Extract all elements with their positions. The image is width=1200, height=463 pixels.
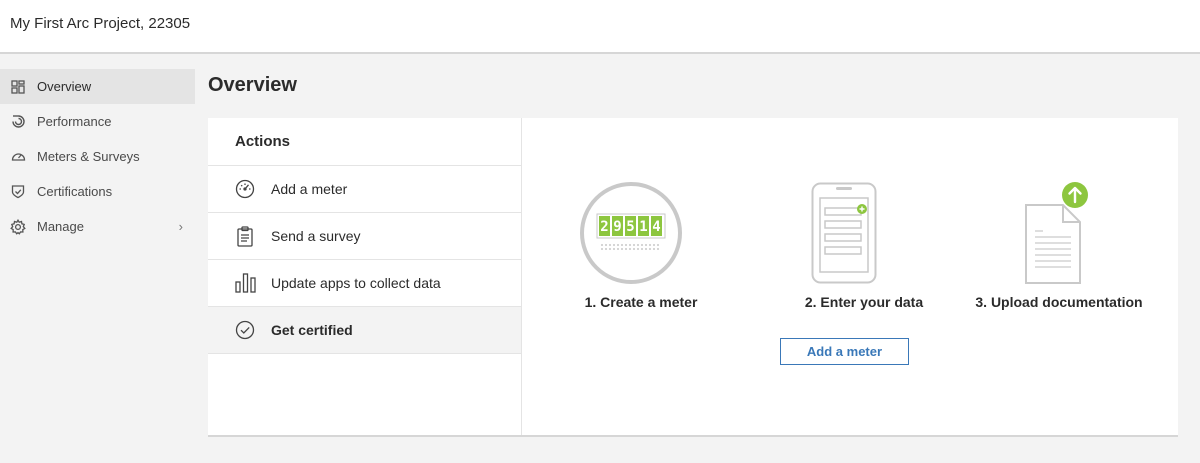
sidebar: Overview Performance Meters & Surveys Ce… <box>0 69 195 244</box>
action-label: Update apps to collect data <box>271 275 441 291</box>
action-label: Add a meter <box>271 181 348 197</box>
steps-panel: 29514 1. Create a meter 2. Enter your da… <box>523 118 1178 435</box>
dashboard-icon <box>10 79 26 95</box>
sidebar-item-label: Meters & Surveys <box>37 149 140 164</box>
sidebar-item-label: Certifications <box>37 184 113 199</box>
meter-digit: 9 <box>613 219 621 235</box>
step-label: 3. Upload documentation <box>975 294 1143 310</box>
action-label: Get certified <box>271 322 353 338</box>
gear-icon <box>10 218 26 235</box>
phone-form-icon <box>811 182 877 284</box>
sidebar-item-manage[interactable]: Manage › <box>0 209 195 244</box>
chevron-right-icon: › <box>178 219 183 234</box>
sidebar-item-certifications[interactable]: Certifications <box>0 174 195 209</box>
meter-digit: 2 <box>600 219 608 235</box>
top-bar: My First Arc Project, 22305 <box>0 0 1200 54</box>
step-label: 1. Create a meter <box>584 294 698 310</box>
sidebar-item-meters-surveys[interactable]: Meters & Surveys <box>0 139 195 174</box>
sidebar-item-label: Overview <box>37 79 92 94</box>
page-title: Overview <box>208 74 297 96</box>
sidebar-item-overview[interactable]: Overview <box>0 69 195 104</box>
step-label: 2. Enter your data <box>804 294 924 310</box>
action-label: Send a survey <box>271 228 361 244</box>
add-meter-button[interactable]: Add a meter <box>780 338 909 365</box>
meter-digit: 5 <box>626 219 634 235</box>
action-add-meter[interactable]: Add a meter <box>208 166 521 213</box>
clipboard-icon <box>234 225 256 247</box>
sidebar-item-performance[interactable]: Performance <box>0 104 195 139</box>
meter-digit: 4 <box>652 219 660 235</box>
project-title: My First Arc Project, 22305 <box>10 15 191 32</box>
overview-card: Actions Add a meter Send a survey Update… <box>208 118 1178 437</box>
check-circle-icon <box>234 319 256 341</box>
document-upload-icon <box>1025 182 1088 284</box>
sidebar-item-label: Manage <box>37 219 84 234</box>
actions-panel: Actions Add a meter Send a survey Update… <box>208 118 522 435</box>
action-send-survey[interactable]: Send a survey <box>208 213 521 260</box>
performance-icon <box>10 114 26 130</box>
actions-heading: Actions <box>208 118 521 166</box>
sidebar-item-label: Performance <box>37 114 112 129</box>
speedometer-icon <box>234 178 256 200</box>
shield-check-icon <box>10 184 26 200</box>
gauge-icon <box>10 149 26 165</box>
meter-counter-icon: 29514 <box>580 182 682 284</box>
bar-chart-icon <box>234 272 256 294</box>
meter-digit: 1 <box>639 219 647 235</box>
action-get-certified[interactable]: Get certified <box>208 307 521 354</box>
action-update-apps[interactable]: Update apps to collect data <box>208 260 521 307</box>
